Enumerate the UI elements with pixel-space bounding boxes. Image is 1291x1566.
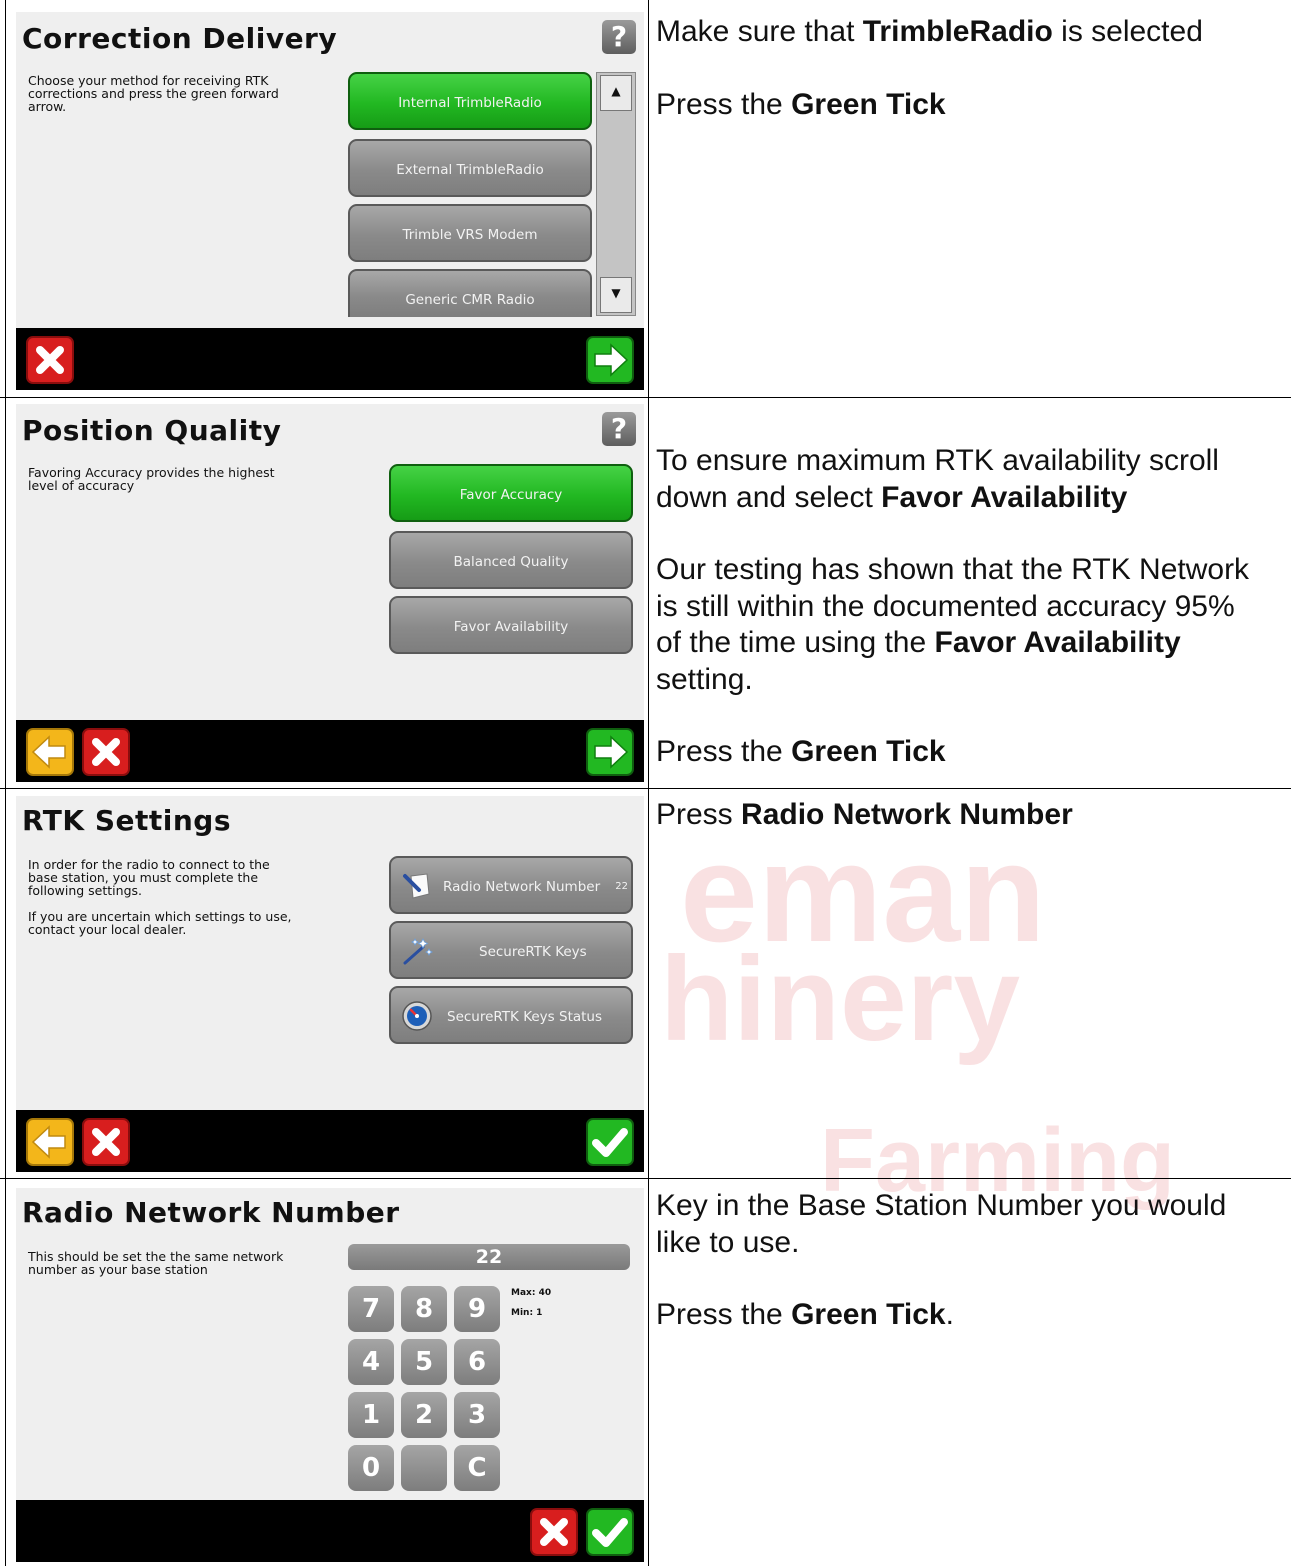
page-title: Correction Delivery: [22, 22, 338, 55]
cancel-icon: [82, 1118, 130, 1166]
option-favor-availability[interactable]: Favor Availability: [389, 596, 633, 654]
back-button[interactable]: [26, 1118, 74, 1166]
option-value: 22: [615, 881, 628, 892]
cancel-button[interactable]: [26, 336, 74, 384]
key-clear[interactable]: C: [454, 1445, 500, 1491]
instruction-paragraph: Our testing has shown that the RTK Netwo…: [656, 553, 1250, 696]
watermark-line-2: hinery: [660, 932, 1021, 1066]
back-button[interactable]: [26, 728, 74, 776]
instructions-row-1: Make sure that TrimbleRadio is selected …: [656, 14, 1276, 123]
key-8[interactable]: 8: [401, 1286, 447, 1332]
key-5[interactable]: 5: [401, 1339, 447, 1385]
instruction-paragraph: Key in the Base Station Number you would…: [656, 1189, 1227, 1259]
description-text: Choose your method for receiving RTK cor…: [28, 73, 279, 114]
table-border: [0, 788, 1291, 789]
max-label: Max: 40: [511, 1288, 552, 1298]
confirm-button[interactable]: [586, 1508, 634, 1556]
page-title: Position Quality: [22, 414, 282, 447]
option-label: SecureRTK Keys Status: [447, 1009, 603, 1025]
key-7[interactable]: 7: [348, 1286, 394, 1332]
table-border: [0, 1178, 1291, 1179]
radio-network-number-screen: Radio Network Number This should be set …: [16, 1188, 644, 1562]
forward-button[interactable]: [586, 336, 634, 384]
key-1[interactable]: 1: [348, 1392, 394, 1438]
magic-wand-icon: [403, 938, 433, 965]
forward-arrow-icon: [586, 728, 634, 776]
description-text: In order for the radio to connect to the…: [28, 857, 292, 937]
instruction-line: Make sure that TrimbleRadio is selected: [656, 15, 1203, 48]
confirm-button[interactable]: [586, 1118, 634, 1166]
option-label: SecureRTK Keys: [479, 944, 587, 960]
position-quality-screen: Position Quality ? Favoring Accuracy pro…: [16, 404, 644, 782]
network-number-display[interactable]: 22: [348, 1244, 630, 1270]
instructions-row-4: Key in the Base Station Number you would…: [656, 1188, 1276, 1334]
cancel-icon: [530, 1508, 578, 1556]
description-text: This should be set the the same network …: [28, 1249, 284, 1277]
correction-delivery-screen: Correction Delivery ? Choose your method…: [16, 12, 644, 390]
instructions-row-3: Press Radio Network Number: [656, 797, 1276, 834]
footer-bar: [16, 720, 644, 782]
key-9[interactable]: 9: [454, 1286, 500, 1332]
table-border: [0, 397, 1291, 398]
cancel-icon: [26, 336, 74, 384]
instruction-paragraph: To ensure maximum RTK availability scrol…: [656, 444, 1219, 514]
option-label: Radio Network Number: [443, 879, 601, 895]
option-internal-trimbleradio[interactable]: Internal TrimbleRadio: [348, 72, 592, 130]
key-6[interactable]: 6: [454, 1339, 500, 1385]
radio-network-number-button[interactable]: Radio Network Number 22: [389, 856, 633, 914]
table-border: [5, 0, 6, 1566]
gauge-icon: [402, 1001, 432, 1031]
instruction-line: Press Radio Network Number: [656, 798, 1073, 831]
instruction-paragraph: Press the Green Tick.: [656, 1298, 954, 1331]
notepad-pen-icon: [403, 873, 430, 899]
option-favor-accuracy[interactable]: Favor Accuracy: [389, 464, 633, 522]
key-blank[interactable]: [401, 1445, 447, 1491]
option-trimble-vrs-modem[interactable]: Trimble VRS Modem: [348, 204, 592, 262]
page-title: Radio Network Number: [22, 1196, 400, 1229]
cancel-button[interactable]: [82, 728, 130, 776]
instruction-line: Press the Green Tick: [656, 87, 946, 121]
footer-bar: [16, 1110, 644, 1172]
securertk-keys-button[interactable]: SecureRTK Keys: [389, 921, 633, 979]
forward-arrow-icon: [586, 336, 634, 384]
confirm-tick-icon: [586, 1508, 634, 1556]
key-0[interactable]: 0: [348, 1445, 394, 1491]
table-border: [648, 0, 649, 1566]
option-balanced-quality[interactable]: Balanced Quality: [389, 531, 633, 589]
help-button[interactable]: ?: [602, 412, 636, 446]
key-4[interactable]: 4: [348, 1339, 394, 1385]
option-scrollbar[interactable]: ▲ ▼: [596, 72, 636, 316]
footer-bar: [16, 1500, 644, 1562]
securertk-keys-status-button[interactable]: SecureRTK Keys Status: [389, 986, 633, 1044]
watermark-line-1: eman: [680, 814, 1046, 971]
option-external-trimbleradio[interactable]: External TrimbleRadio: [348, 139, 592, 197]
key-3[interactable]: 3: [454, 1392, 500, 1438]
page-title: RTK Settings: [22, 804, 232, 837]
rtk-settings-screen: RTK Settings In order for the radio to c…: [16, 796, 644, 1172]
instructions-row-2: To ensure maximum RTK availability scrol…: [656, 443, 1276, 771]
up-arrow-icon[interactable]: ▲: [600, 75, 632, 111]
cancel-button[interactable]: [82, 1118, 130, 1166]
help-button[interactable]: ?: [602, 20, 636, 54]
down-arrow-icon[interactable]: ▼: [600, 277, 632, 313]
cancel-icon: [82, 728, 130, 776]
confirm-tick-icon: [586, 1118, 634, 1166]
description-text: Favoring Accuracy provides the highest l…: [28, 465, 275, 493]
instruction-paragraph: Press the Green Tick: [656, 735, 946, 768]
option-generic-cmr-radio[interactable]: Generic CMR Radio: [348, 269, 592, 317]
back-arrow-icon: [26, 728, 74, 776]
cancel-button[interactable]: [530, 1508, 578, 1556]
footer-bar: [16, 328, 644, 390]
min-label: Min: 1: [511, 1308, 543, 1318]
key-2[interactable]: 2: [401, 1392, 447, 1438]
back-arrow-icon: [26, 1118, 74, 1166]
forward-button[interactable]: [586, 728, 634, 776]
